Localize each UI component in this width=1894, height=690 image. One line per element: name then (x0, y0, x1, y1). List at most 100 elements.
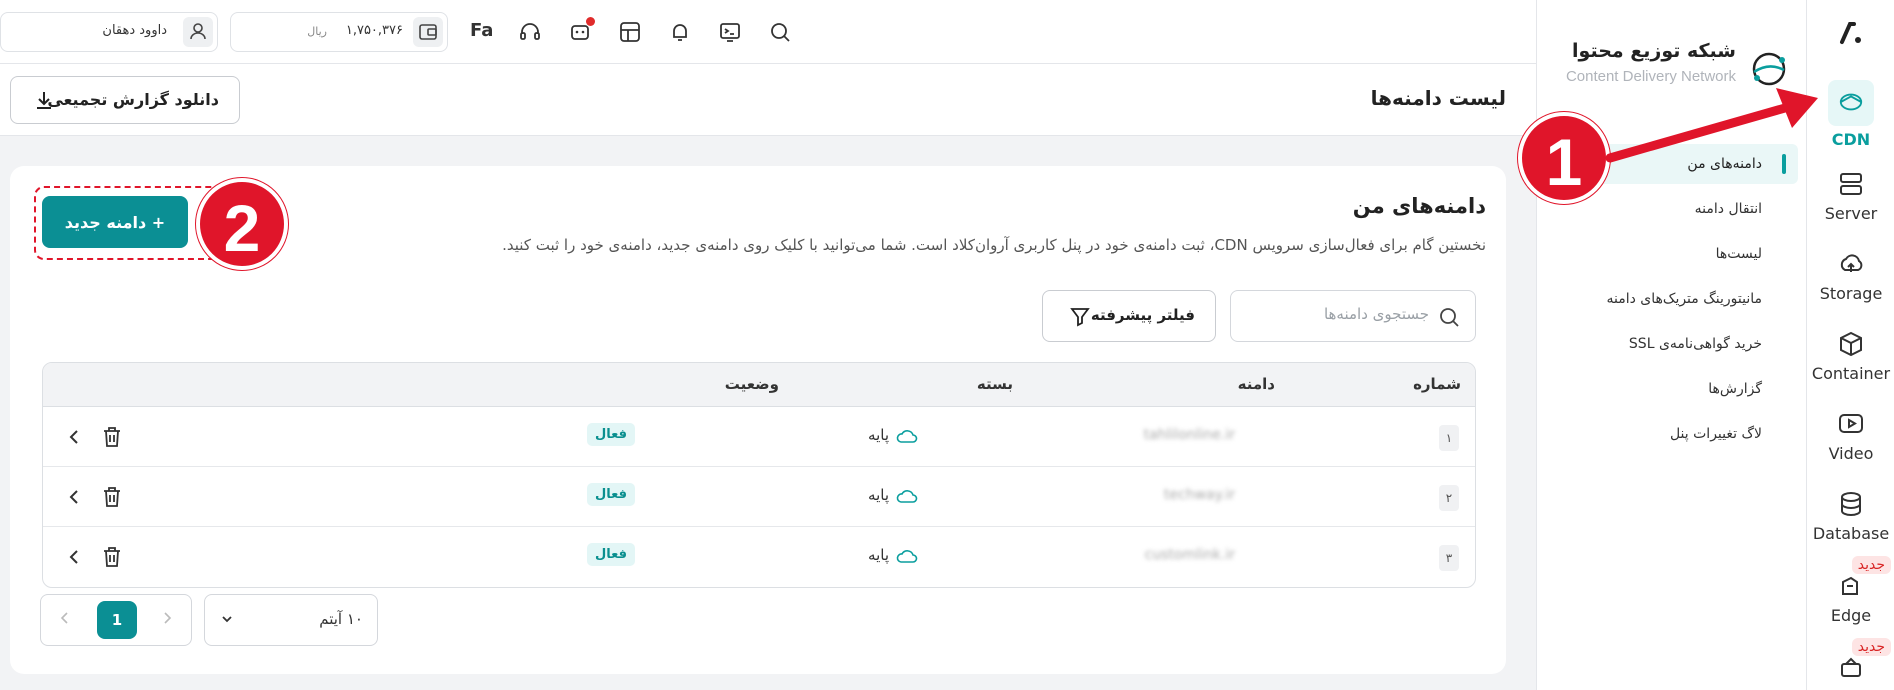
trash-icon[interactable] (101, 485, 123, 509)
user-menu[interactable]: داوود دهقان (0, 12, 218, 52)
row-number: ۲ (1439, 485, 1459, 511)
rail-label: Container (1811, 364, 1891, 383)
chevron-right-icon (164, 612, 172, 624)
chevron-left-icon[interactable] (65, 547, 83, 567)
database-icon (1841, 492, 1861, 516)
row-plan: پایه (868, 486, 919, 504)
rail-item-box[interactable]: جدید (1807, 638, 1894, 688)
cloud-icon (896, 489, 918, 503)
rail-item-video[interactable]: Video (1807, 410, 1894, 463)
box-icon (1841, 657, 1861, 677)
filter-icon (1070, 308, 1090, 327)
row-plan: پایه (868, 546, 919, 564)
table-row[interactable]: ۱ tahlilonline.ir پایه فعال (43, 407, 1475, 467)
row-domain[interactable]: customlink.ir (1145, 547, 1235, 563)
chevron-left-icon (60, 612, 68, 624)
rail-item-edge[interactable]: جدید Edge (1807, 556, 1894, 625)
sidebar-item-monitoring[interactable]: مانیتورینگ متریک‌های دامنه (1544, 279, 1798, 319)
domain-search[interactable] (1230, 290, 1476, 342)
card-title: دامنه‌های من (1352, 194, 1486, 218)
page-size-select[interactable]: ۱۰ آیتم (204, 594, 378, 646)
wallet-currency: ریال (307, 25, 327, 38)
top-bar: داوود دهقان ۱,۷۵۰,۳۷۶ ریال Fa (0, 0, 1536, 64)
card-description: نخستین گام برای فعال‌سازی سرویس CDN، ثبت… (502, 236, 1486, 254)
search-icon (1440, 308, 1459, 327)
header-num: شماره (1413, 375, 1461, 393)
bot-notifications[interactable] (568, 17, 595, 44)
search-icon[interactable] (768, 20, 792, 44)
chevron-left-icon[interactable] (65, 427, 83, 447)
row-number: ۳ (1439, 545, 1459, 571)
rail-item-container[interactable]: Container (1807, 330, 1894, 383)
cloud-icon (896, 429, 918, 443)
domains-table: شماره دامنه بسته وضعیت ۱ tahlilonline.ir… (42, 362, 1476, 588)
user-icon (190, 23, 206, 40)
container-icon (1840, 331, 1862, 357)
storage-icon (1840, 254, 1863, 272)
new-domain-button[interactable]: + دامنه جدید (42, 196, 188, 248)
chevron-left-icon[interactable] (65, 487, 83, 507)
header-plan: بسته (976, 375, 1013, 393)
sidebar-item-reports[interactable]: گزارش‌ها (1544, 369, 1798, 409)
row-plan-label: پایه (868, 546, 889, 564)
avatar (183, 17, 213, 47)
rail-label: Video (1828, 444, 1874, 463)
table-row[interactable]: ۲ techway.ir پایه فعال (43, 467, 1475, 527)
download-icon (37, 92, 51, 109)
language-switch[interactable]: Fa (470, 20, 493, 41)
status-badge: فعال (586, 483, 635, 506)
row-plan-label: پایه (868, 486, 889, 504)
user-name: داوود دهقان (102, 23, 167, 38)
terminal-icon[interactable] (718, 20, 742, 44)
rail-label: Edge (1830, 606, 1872, 625)
status-badge: فعال (586, 423, 635, 446)
pagination: 1 (40, 594, 192, 646)
prev-page-button[interactable] (45, 601, 85, 639)
bell-icon[interactable] (668, 20, 692, 44)
chevron-down-icon (222, 616, 232, 623)
wallet-icon (419, 24, 437, 40)
rail-item-database[interactable]: Database (1807, 490, 1894, 543)
step-2-marker: 2 (196, 178, 288, 270)
search-input[interactable] (1249, 305, 1429, 323)
header-status: وضعیت (724, 375, 779, 393)
video-icon (1839, 414, 1863, 433)
wallet-balance[interactable]: ۱,۷۵۰,۳۷۶ ریال (230, 12, 448, 52)
trash-icon[interactable] (101, 545, 123, 569)
status-badge: فعال (586, 543, 635, 566)
sidebar-item-ssl[interactable]: خرید گواهی‌نامه‌ی SSL (1544, 324, 1798, 364)
page-size-value: ۱۰ آیتم (319, 610, 363, 628)
table-header: شماره دامنه بسته وضعیت (43, 363, 1475, 407)
filter-label: فیلتر پیشرفته (1090, 306, 1195, 324)
table-row[interactable]: ۳ customlink.ir پایه فعال (43, 527, 1475, 587)
row-plan-label: پایه (868, 426, 889, 444)
sidebar-item-changelog[interactable]: لاگ تغییرات پنل (1544, 414, 1798, 454)
edge-icon (1842, 576, 1858, 595)
page-title: لیست دامنه‌ها (1370, 86, 1506, 110)
arrow-annotation-icon (1605, 88, 1818, 163)
new-badge: جدید (1851, 638, 1891, 656)
current-page[interactable]: 1 (97, 601, 137, 639)
row-plan: پایه (868, 426, 919, 444)
row-number: ۱ (1439, 425, 1459, 451)
unread-dot (586, 17, 595, 26)
cloud-icon (896, 549, 918, 563)
wallet-icon-box (413, 17, 443, 47)
rail-label: Server (1824, 204, 1878, 223)
trash-icon[interactable] (101, 425, 123, 449)
next-page-button[interactable] (147, 601, 187, 639)
wallet-amount: ۱,۷۵۰,۳۷۶ (345, 23, 403, 38)
sidebar-item-lists[interactable]: لیست‌ها (1544, 234, 1798, 274)
rail-item-storage[interactable]: Storage (1807, 250, 1894, 303)
download-report-button[interactable]: دانلود گزارش تجمیعی (10, 76, 240, 124)
download-report-label: دانلود گزارش تجمیعی (47, 90, 219, 109)
row-domain[interactable]: tahlilonline.ir (1144, 427, 1235, 443)
row-domain[interactable]: techway.ir (1164, 487, 1235, 503)
sidebar-title: شبکه توزیع محتوا (1572, 40, 1736, 62)
advanced-filter-button[interactable]: فیلتر پیشرفته (1042, 290, 1216, 342)
headset-icon[interactable] (518, 20, 542, 44)
dashboard-icon[interactable] (618, 20, 642, 44)
page-header: لیست دامنه‌ها دانلود گزارش تجمیعی (0, 64, 1536, 136)
header-domain: دامنه (1237, 375, 1275, 393)
arvan-logo[interactable] (1807, 20, 1894, 53)
